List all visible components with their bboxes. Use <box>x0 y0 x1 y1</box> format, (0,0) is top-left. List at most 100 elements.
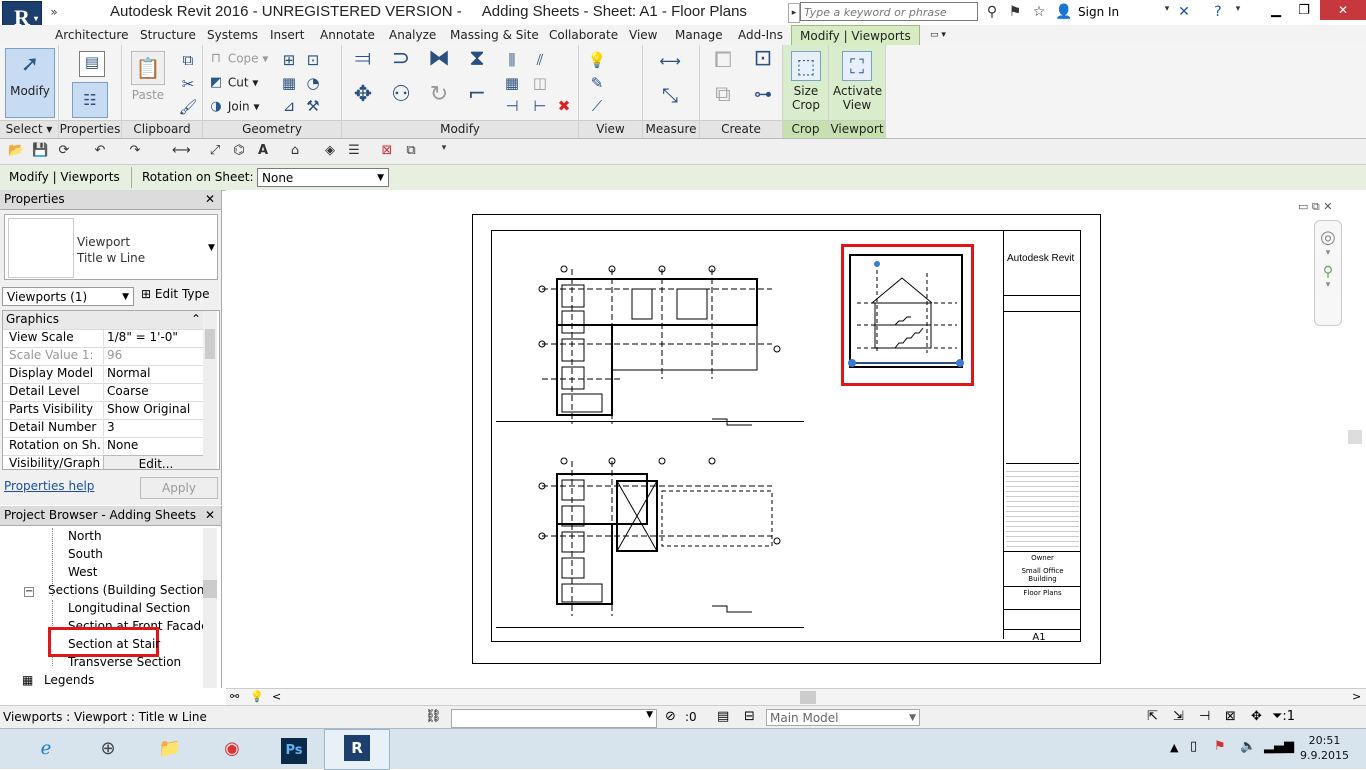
aligned-dimension-icon[interactable]: ⤢ <box>207 143 223 159</box>
clock[interactable]: 20:51 9.9.2015 <box>1300 733 1349 763</box>
scroll-left-icon[interactable]: < <box>272 690 281 703</box>
save-icon[interactable]: 💾 <box>32 143 48 159</box>
hammer-icon[interactable]: ⚒ <box>303 96 323 116</box>
tab-add-ins[interactable]: Add-Ins <box>730 25 791 45</box>
browser-item-sections[interactable]: Sections (Building Section) <box>48 583 209 597</box>
worksharing-display-icon[interactable]: ⚯ <box>230 690 239 703</box>
tab-analyze[interactable]: Analyze <box>381 25 444 45</box>
match-properties-icon[interactable]: 🖌 <box>178 97 198 117</box>
filter-icon[interactable]: ⏷:1 <box>1272 709 1295 724</box>
tab-architecture[interactable]: Architecture <box>47 25 136 45</box>
scroll-thumb[interactable] <box>203 580 217 598</box>
internet-explorer-icon[interactable]: ℯ <box>18 731 74 767</box>
drag-elements-icon[interactable]: ✥ <box>1251 709 1262 724</box>
override-graphics-icon[interactable]: ✎ <box>587 73 607 93</box>
grid-handle[interactable] <box>874 261 880 267</box>
create-group-icon[interactable]: ⊡ <box>748 48 778 79</box>
restore-button[interactable]: ❐ <box>1290 3 1318 21</box>
tab-structure[interactable]: Structure <box>132 25 204 45</box>
chevron-down-icon[interactable]: ▾ <box>1315 280 1341 290</box>
property-row[interactable]: Display Model Normal <box>3 365 203 384</box>
binoculars-icon[interactable]: ⚲ <box>983 4 1001 20</box>
redo-icon[interactable]: ↷ <box>127 143 143 159</box>
type-selector[interactable]: Viewport Title w Line ▼ <box>4 214 218 280</box>
close-hidden-icon[interactable]: ⊠ <box>379 143 395 159</box>
tab-annotate[interactable]: Annotate <box>312 25 383 45</box>
sheet[interactable]: Autodesk Revit Owner Small Office Buildi… <box>472 214 1101 664</box>
select-links-icon[interactable]: ⇱ <box>1147 709 1158 724</box>
edit-type-button[interactable]: ⊞ Edit Type <box>141 287 210 301</box>
create-assembly-icon[interactable]: ⧉ <box>708 84 738 115</box>
split-face-icon[interactable]: ⊞ <box>279 50 299 70</box>
properties-help-link[interactable]: Properties help <box>4 479 94 493</box>
property-value[interactable]: Coarse <box>103 383 205 400</box>
instance-filter-select[interactable]: Viewports (1) ▼ <box>2 287 134 306</box>
tab-manage[interactable]: Manage <box>667 25 731 45</box>
property-row[interactable]: View Scale 1/8" = 1'-0" <box>3 329 203 348</box>
copy-icon[interactable]: ⧉ <box>178 50 198 70</box>
property-value[interactable]: None <box>103 437 205 454</box>
tab-modify-viewports[interactable]: Modify | Viewports <box>791 25 920 45</box>
close-icon[interactable]: ✕ <box>205 190 215 209</box>
thin-lines-icon[interactable]: ☰ <box>346 143 362 159</box>
section-icon[interactable]: ◈ <box>322 143 338 159</box>
collapse-icon[interactable]: − <box>24 587 34 597</box>
select-by-face-icon[interactable]: ⊠ <box>1225 709 1236 724</box>
split-gap-icon[interactable]: ⫽ <box>530 50 550 70</box>
mirror-draw-icon[interactable]: ⧗ <box>462 48 492 79</box>
hide-isolate-icon[interactable]: 💡 <box>250 690 264 703</box>
property-value[interactable]: Show Original <box>103 401 205 418</box>
section-at-stair-viewport[interactable] <box>847 253 967 373</box>
zoom-icon[interactable]: ⚲ <box>1315 264 1341 280</box>
volume-icon[interactable]: 🔈 <box>1240 739 1256 754</box>
rotation-select[interactable]: None ▼ <box>257 168 389 187</box>
browser-item-longitudinal-section[interactable]: Longitudinal Section <box>68 601 190 615</box>
revit-taskbar-icon[interactable]: R <box>324 729 390 770</box>
apply-button[interactable]: Apply <box>140 477 218 499</box>
text-icon[interactable]: A <box>255 143 271 159</box>
tab-view[interactable]: View <box>621 25 665 45</box>
move-icon[interactable]: ✥ <box>348 84 378 115</box>
chevron-down-icon[interactable]: ▾ <box>1315 248 1341 258</box>
property-value[interactable]: 3 <box>103 419 205 436</box>
wall-joins-icon[interactable]: ⊡ <box>303 50 323 70</box>
browser-item-north[interactable]: North <box>68 529 102 543</box>
undo-icon[interactable]: ↶ <box>92 143 108 159</box>
create-parts-icon[interactable]: ⧠ <box>708 50 738 81</box>
visibility-edit-button[interactable]: Edit... <box>103 455 206 469</box>
align-icon[interactable]: ⫤ <box>348 48 378 79</box>
unpin-icon[interactable]: ⊢ <box>530 96 550 116</box>
horizontal-scroll-thumb[interactable] <box>800 691 816 704</box>
favorites-star-icon[interactable]: ☆ <box>1030 4 1048 20</box>
sign-in-button[interactable]: Sign In <box>1078 5 1119 19</box>
steering-wheel-icon[interactable]: ◎ <box>1315 227 1341 248</box>
measure-qat-icon[interactable]: ⟷ <box>172 143 191 159</box>
browser-item-section-at-stair[interactable]: Section at Stair <box>68 637 160 651</box>
user-icon[interactable]: 👤 <box>1055 4 1073 20</box>
scroll-right-icon[interactable]: > <box>1352 690 1361 703</box>
rotate-icon[interactable]: ↻ <box>424 84 454 115</box>
design-options-icon[interactable]: ▤ <box>717 709 729 724</box>
copy-element-icon[interactable]: ⚇ <box>386 84 416 115</box>
sync-icon[interactable]: ⟳ <box>56 143 72 159</box>
signin-dropdown-icon[interactable]: ▾ <box>1158 4 1176 14</box>
category-graphics[interactable]: Graphics ⌃ <box>3 311 203 330</box>
select-pinned-icon[interactable]: ⊣ <box>1199 709 1210 724</box>
demolish-icon[interactable]: ◔ <box>303 73 323 93</box>
vertical-scroll-thumb[interactable] <box>1348 430 1362 444</box>
property-row[interactable]: Detail Level Coarse <box>3 383 203 402</box>
property-value[interactable]: 1/8" = 1'-0" <box>103 329 205 346</box>
help-dropdown-icon[interactable]: ▾ <box>1229 4 1247 14</box>
cut-geometry-button[interactable]: ◩ Cut ▾ <box>208 75 259 91</box>
drawing-area[interactable]: ▭ ⧉ ✕ ◎ ▾ ⚲ ▾ Autodesk Revit Owner Small… <box>226 190 1366 688</box>
array-icon[interactable]: ▦ <box>502 73 522 93</box>
tray-expand-icon[interactable]: ▲ <box>1170 741 1178 754</box>
qat-overflow-icon[interactable]: » <box>46 5 62 19</box>
ribbon-minimize-icon[interactable]: ▭ ▾ <box>922 25 954 45</box>
scroll-thumb[interactable] <box>205 329 215 359</box>
activate-view-button[interactable]: ⛶ Activate View <box>833 51 882 112</box>
subscription-icon[interactable]: ⚑ <box>1006 4 1024 20</box>
tab-massing-site[interactable]: Massing & Site <box>442 25 547 45</box>
design-option-select[interactable]: Main Model ▼ <box>766 709 920 726</box>
measure-icon[interactable]: ⟷ <box>653 51 687 71</box>
